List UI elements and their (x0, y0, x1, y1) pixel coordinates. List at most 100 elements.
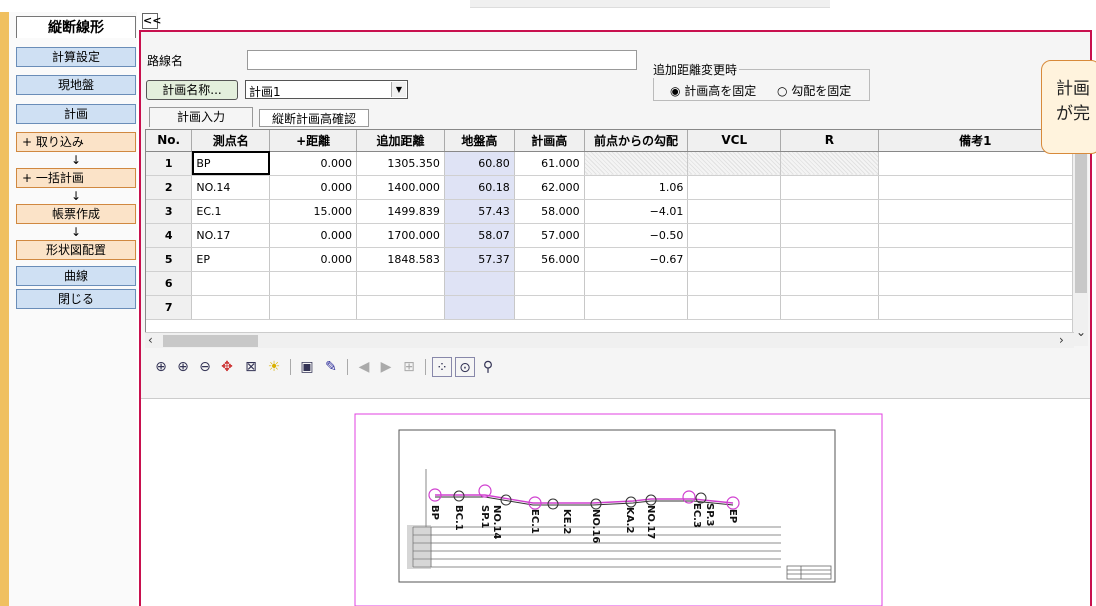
vertical-scroll-thumb[interactable] (1075, 133, 1087, 293)
tab-height-check[interactable]: 縦断計画高確認 (259, 109, 369, 127)
table-cell[interactable] (878, 271, 1073, 296)
import-button[interactable]: + 取り込み (16, 132, 136, 152)
zoom-window-icon[interactable]: ⊠ (241, 357, 261, 377)
table-cell[interactable] (687, 151, 782, 176)
table-cell[interactable]: 57.43 (444, 199, 515, 224)
table-cell[interactable] (780, 223, 879, 248)
table-cell[interactable]: 56.000 (514, 247, 585, 272)
vertical-scrollbar[interactable]: ⌄ (1072, 129, 1088, 346)
zoom-fit-icon[interactable]: ⊕ (151, 357, 171, 377)
table-cell[interactable] (878, 175, 1073, 200)
table-cell[interactable]: 57.37 (444, 247, 515, 272)
scroll-right-icon[interactable]: › (1059, 333, 1064, 347)
table-cell[interactable]: BP (191, 151, 271, 176)
table-cell[interactable] (780, 271, 879, 296)
table-cell[interactable]: 58.07 (444, 223, 515, 248)
table-cell[interactable] (780, 295, 879, 320)
zoom-in-icon[interactable]: ⊕ (173, 357, 193, 377)
table-cell[interactable] (780, 247, 879, 272)
table-row[interactable]: 2 NO.14 0.000 1400.000 60.18 62.000 1.06 (146, 175, 1073, 200)
next-icon[interactable]: ▶ (376, 357, 396, 377)
table-cell[interactable] (356, 271, 445, 296)
table-row[interactable]: 3 EC.1 15.000 1499.839 57.43 58.000 −4.01 (146, 199, 1073, 224)
table-row[interactable]: 1 BP 0.000 1305.350 60.80 61.000 (146, 151, 1073, 176)
shape-layout-button[interactable]: 形状図配置 (16, 240, 136, 260)
column-header[interactable]: 測点名 (191, 130, 271, 152)
table-cell[interactable] (191, 271, 271, 296)
table-cell[interactable] (878, 223, 1073, 248)
table-cell[interactable]: 1848.583 (356, 247, 445, 272)
select-points-icon[interactable]: ⁘ (432, 357, 452, 377)
table-cell[interactable]: −4.01 (584, 199, 689, 224)
scroll-left-icon[interactable]: ‹ (148, 333, 153, 347)
table-cell[interactable]: 57.000 (514, 223, 585, 248)
tab-plan-input[interactable]: 計画入力 (149, 107, 253, 127)
pan-icon[interactable]: ✥ (217, 357, 237, 377)
table-row[interactable]: 7 (146, 295, 1073, 320)
search-icon[interactable]: ⚲ (478, 357, 498, 377)
table-cell[interactable] (687, 223, 782, 248)
ground-button[interactable]: 現地盤 (16, 75, 136, 95)
table-cell[interactable] (191, 295, 271, 320)
table-cell[interactable]: 1305.350 (356, 151, 445, 176)
table-cell[interactable] (584, 295, 689, 320)
table-cell[interactable]: −0.50 (584, 223, 689, 248)
table-cell[interactable]: 61.000 (514, 151, 585, 176)
table-row[interactable]: 5 EP 0.000 1848.583 57.37 56.000 −0.67 (146, 247, 1073, 272)
column-header[interactable]: +距離 (269, 130, 358, 152)
row-number[interactable]: 3 (146, 199, 193, 224)
table-cell[interactable]: 1700.000 (356, 223, 445, 248)
scroll-down-icon[interactable]: ⌄ (1076, 325, 1086, 339)
sidebar-tab-title[interactable]: 縦断線形 (16, 16, 136, 38)
drawing-preview[interactable]: BP BC.1 SP.1 NO.14 EC.1 KE.2 NO.16 KA.2 … (141, 398, 1090, 606)
table-cell[interactable]: 1.06 (584, 175, 689, 200)
table-cell[interactable] (780, 199, 879, 224)
table-cell[interactable]: 62.000 (514, 175, 585, 200)
row-number[interactable]: 4 (146, 223, 193, 248)
column-header[interactable]: No. (146, 130, 193, 152)
select-window-icon[interactable]: ⊙ (455, 357, 475, 377)
plan-button[interactable]: 計画 (16, 104, 136, 124)
route-name-input[interactable] (247, 50, 637, 70)
horizontal-scroll-thumb[interactable] (163, 335, 258, 347)
table-cell[interactable]: NO.17 (191, 223, 271, 248)
row-number[interactable]: 2 (146, 175, 193, 200)
table-cell[interactable] (878, 295, 1073, 320)
page-icon[interactable]: ▣ (297, 357, 317, 377)
plan-grid[interactable]: No. 測点名 +距離 追加距離 地盤高 計画高 前点からの勾配 VCL R 備考1 1 BP 0.0… (145, 129, 1074, 346)
table-cell[interactable] (878, 151, 1073, 176)
table-cell[interactable]: 58.000 (514, 199, 585, 224)
table-cell[interactable] (514, 295, 585, 320)
collapse-button[interactable]: << (142, 13, 161, 29)
table-cell[interactable]: 15.000 (269, 199, 358, 224)
row-number[interactable]: 7 (146, 295, 193, 320)
light-icon[interactable]: ☀ (264, 357, 284, 377)
table-cell[interactable] (269, 271, 358, 296)
table-cell[interactable] (780, 175, 879, 200)
table-row[interactable]: 4 NO.17 0.000 1700.000 58.07 57.000 −0.50 (146, 223, 1073, 248)
column-header[interactable]: 地盤高 (444, 130, 515, 152)
table-cell[interactable] (356, 295, 445, 320)
prev-icon[interactable]: ◀ (354, 357, 374, 377)
table-cell[interactable]: 60.80 (444, 151, 515, 176)
table-cell[interactable] (514, 271, 585, 296)
plan-select[interactable]: 計画1 ▼ (245, 80, 408, 99)
close-button[interactable]: 閉じる (16, 289, 136, 309)
table-cell[interactable] (687, 295, 782, 320)
table-cell[interactable] (878, 199, 1073, 224)
layout-icon[interactable]: ⊞ (399, 357, 419, 377)
table-row[interactable]: 6 (146, 271, 1073, 296)
table-cell[interactable] (780, 151, 879, 176)
table-cell[interactable]: 0.000 (269, 223, 358, 248)
table-cell[interactable] (687, 175, 782, 200)
table-cell[interactable]: 1499.839 (356, 199, 445, 224)
table-cell[interactable] (878, 247, 1073, 272)
batch-plan-button[interactable]: + 一括計画 (16, 168, 136, 188)
report-button[interactable]: 帳票作成 (16, 204, 136, 224)
table-cell[interactable]: −0.67 (584, 247, 689, 272)
table-cell[interactable]: EC.1 (191, 199, 271, 224)
column-header[interactable]: R (780, 130, 879, 152)
zoom-out-icon[interactable]: ⊖ (195, 357, 215, 377)
table-cell[interactable] (584, 151, 689, 176)
column-header[interactable]: VCL (687, 130, 782, 152)
